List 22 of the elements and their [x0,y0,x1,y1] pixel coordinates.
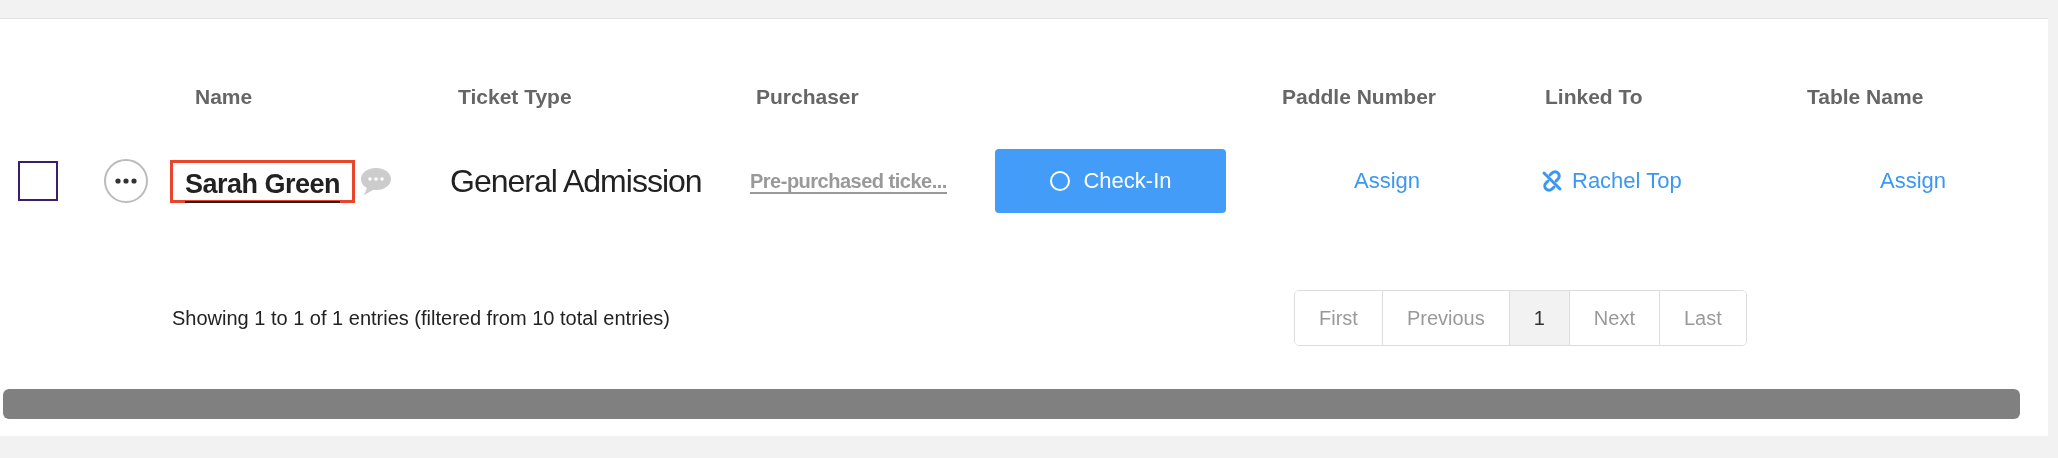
unlink-icon [1540,169,1564,193]
ticket-type: General Admission [449,162,702,199]
column-header: Name [194,85,254,109]
assign-link[interactable]: Assign [1880,168,1947,193]
column-header: Ticket Type [457,85,573,109]
linked-guest-link[interactable]: Rachel Top [1572,168,1682,194]
assign-link[interactable]: Assign [1354,168,1421,193]
page-button[interactable]: Last [1658,291,1746,345]
check-in-button[interactable]: Check-In [995,149,1226,213]
entries-info: Showing 1 to 1 of 1 entries (filtered from 10 total entries) [172,306,672,330]
more-icon [115,178,137,184]
column-header: Linked To [1544,85,1644,109]
purchaser-link[interactable]: Pre-purchased ticke... [750,169,947,194]
more-options-button[interactable] [104,159,148,203]
column-header: Table Name [1806,85,1925,109]
circle-icon [1049,170,1072,192]
page-button[interactable]: 1 [1508,291,1569,345]
column-header: Purchaser [755,85,860,109]
scrollbar[interactable] [3,389,2020,419]
attendee-name[interactable]: Sarah Green [170,159,356,203]
row-checkbox[interactable] [18,161,58,201]
column-header: Paddle Number [1281,85,1438,109]
